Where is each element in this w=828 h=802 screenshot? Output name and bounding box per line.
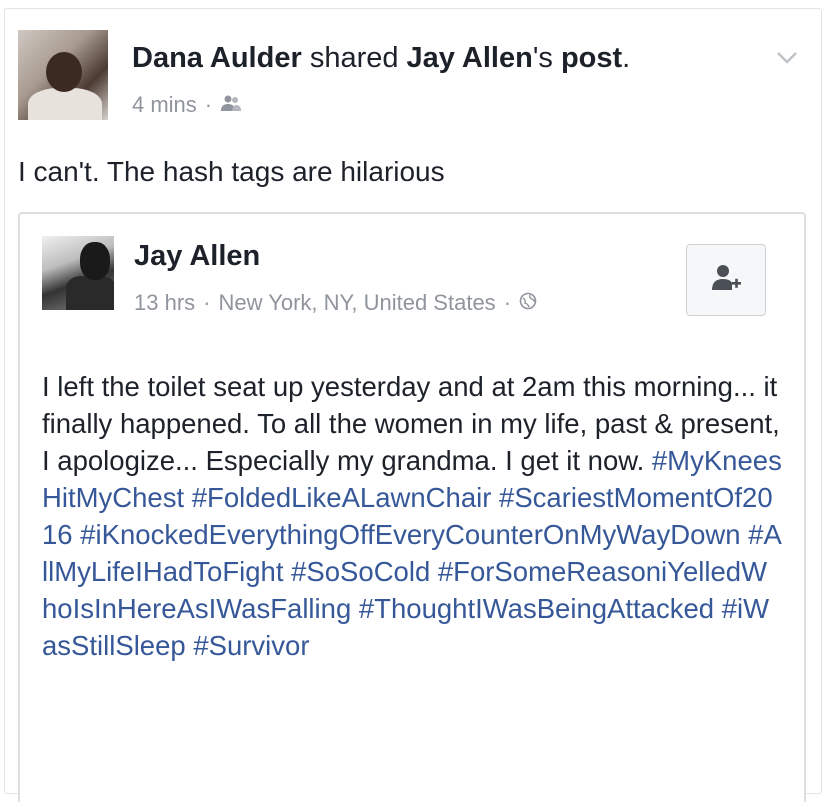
sharer-name-link[interactable]: Dana Aulder [132,42,302,74]
post-body: I left the toilet seat up yesterday and … [42,368,782,664]
friends-icon[interactable] [220,92,242,118]
original-owner-link[interactable]: Jay Allen [407,42,533,74]
chevron-down-icon[interactable] [772,42,802,72]
post-timestamp-link[interactable]: 13 hrs [134,290,195,316]
period: . [622,42,631,74]
author-name-link[interactable]: Jay Allen [134,240,260,273]
status-text: I can't. The hash tags are hilarious [18,156,445,187]
location-link[interactable]: New York, NY, United States [218,290,495,316]
possessive: 's [532,42,553,74]
meta-separator: · [204,92,213,117]
hashtag-link[interactable]: #ThoughtIWasBeingAttacked [359,593,714,624]
shared-post-card[interactable]: Jay Allen 13 hrs · New York, NY, United … [18,212,806,802]
hashtag-link[interactable]: #iKnockedEverythingOffEveryCounterOnMyWa… [80,519,740,550]
post-link[interactable]: post [561,42,622,74]
hashtag-link[interactable]: #Survivor [193,630,309,661]
shared-word: shared [309,42,399,74]
hashtag-link[interactable]: #SoSoCold [291,556,430,587]
sharer-avatar[interactable] [18,30,108,120]
meta-separator: · [203,290,211,315]
story-meta: 4 mins · [132,92,242,118]
post-meta: 13 hrs · New York, NY, United States · [134,290,537,316]
story-header: Dana Aulder shared Jay Allen's post. [132,42,630,75]
add-friend-button[interactable] [686,244,766,316]
add-friend-icon [710,262,742,299]
globe-icon[interactable] [519,290,537,316]
timestamp-link[interactable]: 4 mins [132,92,197,118]
hashtag-link[interactable]: #FoldedLikeALawnChair [192,482,492,513]
author-avatar[interactable] [42,236,114,310]
meta-separator: · [503,290,512,315]
